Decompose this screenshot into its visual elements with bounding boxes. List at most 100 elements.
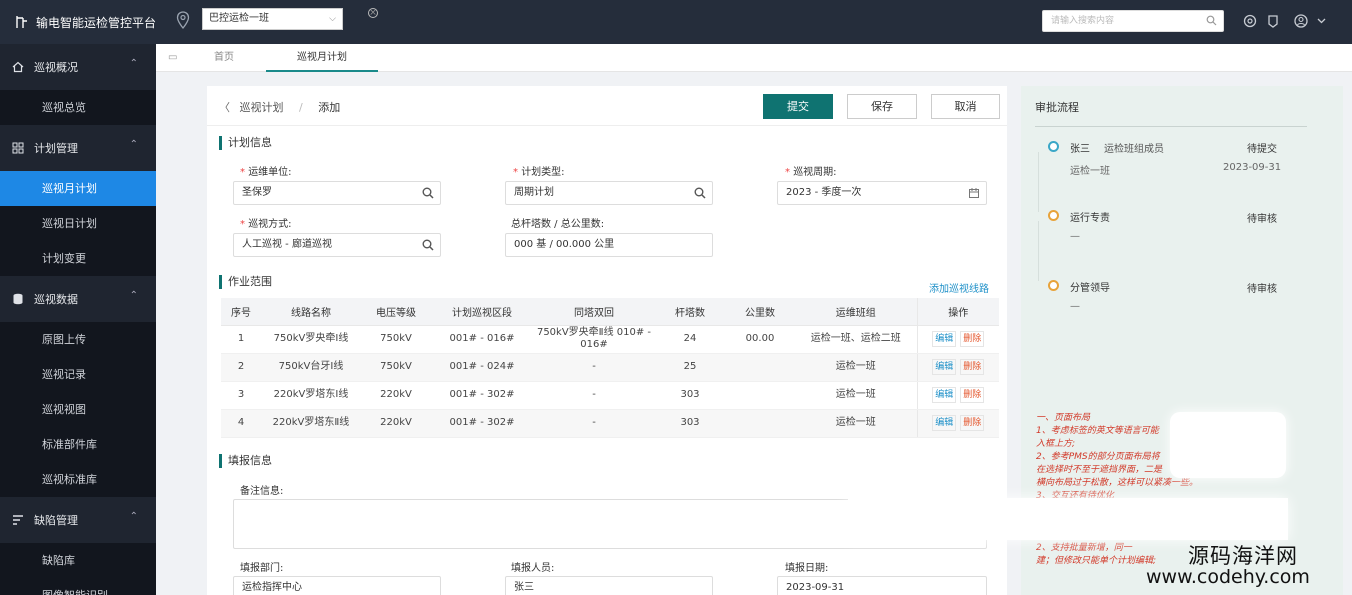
scrollbar[interactable] — [1343, 72, 1352, 595]
sidebar-item-plan-change[interactable]: 计划变更 — [0, 241, 156, 276]
edit-button[interactable]: 编辑 — [932, 331, 957, 347]
approval-title: 审批流程 — [1035, 101, 1079, 114]
table-cell: 运检一班 — [795, 381, 917, 410]
sidebar-item-image-recognition[interactable]: 图像智能识别 — [0, 578, 156, 595]
sidebar-group-label: 计划管理 — [34, 142, 78, 155]
row-actions: 编辑 删除 — [916, 325, 999, 354]
person-label: 填报人员: — [511, 563, 555, 574]
step-desc: — — [1070, 301, 1080, 312]
search-icon[interactable] — [422, 239, 434, 251]
search-icon[interactable] — [1206, 15, 1217, 26]
user-avatar-icon[interactable] — [1294, 14, 1308, 28]
add-line-link[interactable]: 添加巡视线路 — [929, 280, 989, 295]
chevron-up-icon: ⌃ — [129, 290, 138, 301]
date-field[interactable]: 2023-09-31 — [777, 576, 987, 595]
breadcrumb-parent[interactable]: 巡视计划 — [240, 101, 284, 114]
date-value: 2023-09-31 — [786, 582, 845, 593]
tab-close-icon[interactable]: × — [368, 8, 378, 18]
step-connector — [1038, 221, 1039, 281]
column-header: 同塔双回 — [533, 298, 655, 326]
step-current-icon — [1048, 141, 1059, 152]
submit-button[interactable]: 提交 — [763, 94, 833, 119]
total-label: 总杆塔数 / 总公里数: — [511, 219, 605, 230]
unit-field[interactable]: 圣保罗 — [233, 181, 441, 205]
scope-table: 序号 线路名称 电压等级 计划巡视区段 同塔双回 杆塔数 公里数 运维班组 操作… — [221, 298, 999, 438]
save-button[interactable]: 保存 — [847, 94, 917, 119]
edit-button[interactable]: 编辑 — [932, 387, 957, 403]
notification-icon[interactable] — [1266, 14, 1280, 28]
tab-home[interactable]: 首页 — [196, 44, 252, 72]
method-label: * 巡视方式: — [240, 219, 292, 230]
settings-icon[interactable] — [1243, 14, 1257, 28]
table-cell: 750kV — [361, 325, 431, 354]
table-cell: 001# - 302# — [431, 409, 533, 438]
step-name: 张三 — [1070, 144, 1090, 155]
sidebar-group-defects[interactable]: 缺陷管理 ⌃ — [0, 497, 156, 543]
tab-monthly-plan[interactable]: 巡视月计划 — [266, 44, 378, 72]
back-icon[interactable]: 〈 — [219, 101, 230, 114]
delete-button[interactable]: 删除 — [960, 359, 985, 375]
calendar-icon[interactable] — [968, 187, 980, 199]
redaction-overlay — [848, 498, 1288, 540]
sidebar-item-view[interactable]: 巡视视图 — [0, 392, 156, 427]
table-header-row: 序号 线路名称 电压等级 计划巡视区段 同塔双回 杆塔数 公里数 运维班组 操作 — [221, 298, 999, 326]
person-field[interactable]: 张三 — [505, 576, 713, 595]
app-logo[interactable]: 输电智能运检管控平台 — [0, 0, 156, 44]
search-icon[interactable] — [694, 187, 706, 199]
sidebar-item-daily-plan[interactable]: 巡视日计划 — [0, 206, 156, 241]
team-select[interactable]: 巴控运检一班 ⌵ — [202, 8, 343, 30]
chevron-up-icon: ⌃ — [129, 58, 138, 69]
table-row: 1 750kV罗央牵Ⅰ线 750kV 001# - 016# 750kV罗央牵Ⅱ… — [221, 325, 999, 354]
table-cell: - — [533, 353, 655, 382]
sidebar-item-standards-library[interactable]: 巡视标准库 — [0, 462, 156, 497]
sidebar-group-plan[interactable]: 计划管理 ⌃ — [0, 125, 156, 171]
table-cell: 25 — [655, 353, 725, 382]
sidebar-group-label: 巡视概况 — [34, 61, 78, 74]
table-cell: 220kV罗塔东Ⅱ线 — [261, 409, 361, 438]
sidebar: 巡视概况 ⌃ 巡视总览 计划管理 ⌃ 巡视月计划 巡视日计划 计划变更 巡视数据… — [0, 44, 156, 595]
edit-button[interactable]: 编辑 — [932, 359, 957, 375]
edit-button[interactable]: 编辑 — [932, 415, 957, 431]
method-field[interactable]: 人工巡视 - 廊道巡视 — [233, 233, 441, 257]
row-actions: 编辑 删除 — [916, 353, 999, 382]
page-header: 〈 巡视计划 / 添加 提交 保存 取消 — [207, 86, 1007, 126]
chevron-up-icon: ⌃ — [129, 139, 138, 150]
unit-label: * 运维单位: — [240, 167, 292, 178]
grid-icon — [12, 142, 24, 154]
table-cell — [725, 409, 795, 438]
sidebar-item-defect-library[interactable]: 缺陷库 — [0, 543, 156, 578]
sidebar-item-upload[interactable]: 原图上传 — [0, 322, 156, 357]
search-input[interactable]: 请输入搜索内容 — [1042, 10, 1224, 32]
top-bar: 输电智能运检管控平台 巴控运检一班 ⌵ 请输入搜索内容 — [0, 0, 1352, 44]
column-header: 计划巡视区段 — [431, 298, 533, 326]
sidebar-item-records[interactable]: 巡视记录 — [0, 357, 156, 392]
sidebar-group-data[interactable]: 巡视数据 ⌃ — [0, 276, 156, 322]
delete-button[interactable]: 删除 — [960, 415, 985, 431]
sidebar-group-overview[interactable]: 巡视概况 ⌃ — [0, 44, 156, 90]
sidebar-item-monthly-plan[interactable]: 巡视月计划 — [0, 171, 156, 206]
location-icon — [176, 11, 190, 30]
step-desc: 运检一班 — [1070, 166, 1110, 177]
cancel-button[interactable]: 取消 — [931, 94, 1000, 119]
delete-button[interactable]: 删除 — [960, 387, 985, 403]
section-title-plan-info: 计划信息 — [219, 136, 272, 150]
chevron-down-icon: ⌵ — [329, 14, 336, 24]
collapse-icon[interactable]: ▭ — [168, 52, 177, 63]
column-header: 运维班组 — [795, 298, 917, 326]
delete-button[interactable]: 删除 — [960, 331, 985, 347]
search-icon[interactable] — [422, 187, 434, 199]
table-cell: 750kV罗央牵Ⅱ线 010# - 016# — [533, 325, 655, 354]
person-value: 张三 — [514, 582, 534, 593]
user-menu-chevron-icon[interactable] — [1316, 14, 1327, 28]
database-icon — [13, 293, 23, 305]
dept-field[interactable]: 运检指挥中心 — [233, 576, 441, 595]
sidebar-item-overview[interactable]: 巡视总览 — [0, 90, 156, 125]
cycle-field[interactable]: 2023 - 季度一次 — [777, 181, 987, 205]
sidebar-item-parts-library[interactable]: 标准部件库 — [0, 427, 156, 462]
table-cell: 303 — [655, 381, 725, 410]
total-value: 000 基 / 00.000 公里 — [514, 239, 615, 250]
table-cell: 220kV — [361, 381, 431, 410]
dept-label: 填报部门: — [240, 563, 284, 574]
column-header: 电压等级 — [361, 298, 431, 326]
type-field[interactable]: 周期计划 — [505, 181, 713, 205]
